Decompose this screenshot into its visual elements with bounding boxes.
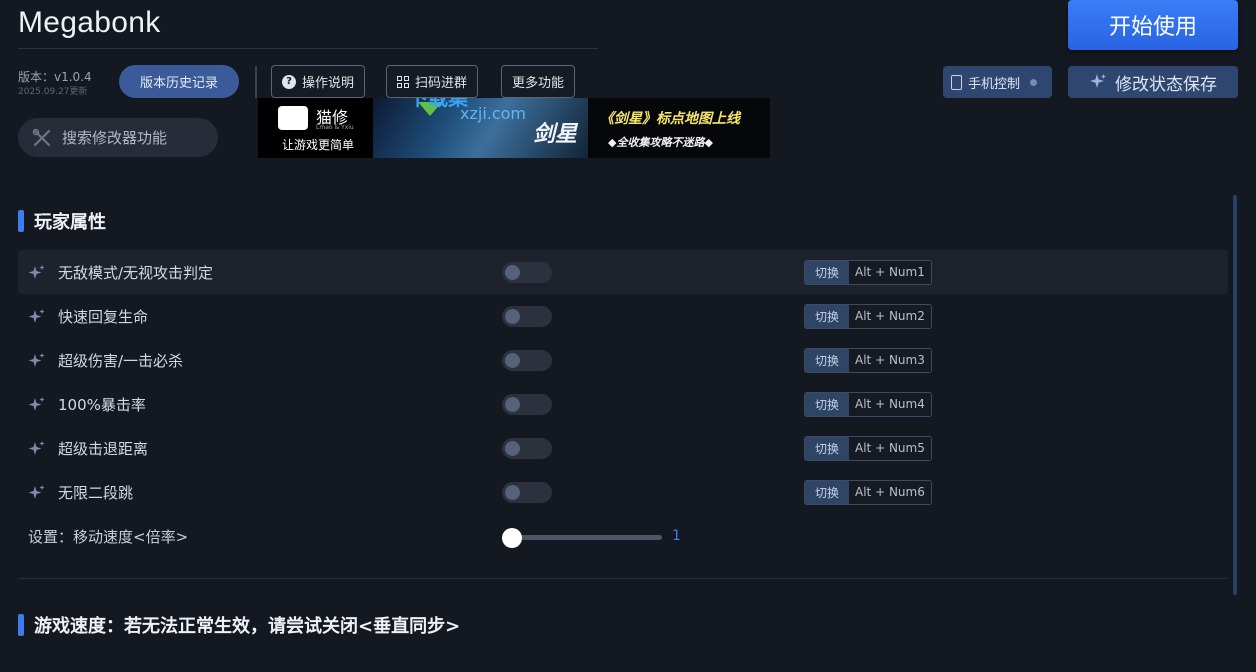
sparkle-icon [1090, 74, 1106, 88]
cheat-toggle-switch[interactable] [502, 305, 552, 327]
more-features-label: 更多功能 [512, 76, 565, 91]
more-features-button[interactable]: 更多功能 [501, 65, 576, 98]
cheat-row: 超级击退距离 切换 Alt + Num5 [18, 426, 1228, 470]
guide-button[interactable]: ? 操作说明 [271, 65, 366, 98]
section-header-player: 玩家属性 [18, 208, 106, 234]
setting-label: 设置：移动速度<倍率> [28, 527, 189, 546]
maoxiu-logo-icon [278, 106, 308, 130]
hotkey-box[interactable]: 切换 Alt + Num6 [804, 479, 932, 505]
cheat-label: 超级伤害/一击必杀 [58, 351, 184, 370]
toggle-knob [505, 396, 520, 412]
toggle-knob [505, 352, 520, 368]
qr-group-label: 扫码进群 [415, 76, 468, 91]
guide-label: 操作说明 [302, 76, 355, 91]
section-header-game-speed: 游戏速度：若无法正常生效，请尝试关闭<垂直同步> [18, 612, 460, 638]
cheat-row: 超级伤害/一击必杀 切换 Alt + Num3 [18, 338, 1228, 382]
search-input[interactable] [62, 128, 202, 147]
cheat-label: 无限二段跳 [58, 483, 134, 502]
toggle-knob [505, 440, 520, 456]
cheat-row: 100%暴击率 切换 Alt + Num4 [18, 382, 1228, 426]
speed-setting-row: 设置：移动速度<倍率> 1 [18, 514, 1228, 558]
speed-slider-track[interactable] [512, 535, 662, 540]
toggle-knob [505, 308, 520, 324]
save-state-label: 修改状态保存 [1115, 74, 1217, 95]
cheat-toggle-switch[interactable] [502, 437, 552, 459]
qr-code-icon [397, 75, 409, 88]
banner-brand-sub: Lmao & Yxiu [316, 124, 354, 131]
sparkle-icon [28, 264, 45, 280]
section-accent-bar [18, 210, 24, 232]
section-accent-bar [18, 614, 24, 636]
phone-icon [951, 74, 962, 90]
tools-icon [32, 128, 51, 146]
cheat-row: 无敌模式/无视攻击判定 切换 Alt + Num1 [18, 250, 1228, 294]
scrollbar[interactable] [1233, 195, 1237, 595]
phone-control-label: 手机控制 [968, 76, 1021, 92]
hotkey-box[interactable]: 切换 Alt + Num1 [804, 259, 932, 285]
app-title: Megabonk [18, 6, 161, 39]
section-title: 游戏速度：若无法正常生效，请尝试关闭<垂直同步> [34, 616, 461, 637]
cheat-toggle-switch[interactable] [502, 261, 552, 283]
cheat-toggle-switch[interactable] [502, 481, 552, 503]
banner-tagline: ◆全收集攻略不迷路◆ [608, 136, 713, 149]
hotkey-keys[interactable]: Alt + Num1 [849, 260, 931, 284]
hotkey-box[interactable]: 切换 Alt + Num5 [804, 435, 932, 461]
cheat-label: 无敌模式/无视攻击判定 [58, 263, 214, 282]
section-divider [18, 578, 1228, 579]
title-divider [18, 48, 598, 49]
cheat-label: 100%暴击率 [58, 395, 146, 414]
start-button[interactable]: 开始使用 [1068, 0, 1238, 50]
phone-control-button[interactable]: 手机控制 [943, 66, 1052, 98]
sparkle-icon [28, 352, 45, 368]
banner-headline: 《剑星》标点地图上线 [600, 111, 740, 127]
toggle-knob [505, 484, 520, 500]
hotkey-mode-button[interactable]: 切换 [805, 392, 850, 416]
cheat-label: 超级击退距离 [58, 439, 149, 458]
cheat-label: 快速回复生命 [58, 307, 149, 326]
toggle-knob [505, 264, 520, 280]
version-date: 2025.09.27更新 [18, 87, 88, 97]
help-icon: ? [282, 74, 296, 89]
sparkle-icon [28, 308, 45, 324]
qr-group-button[interactable]: 扫码进群 [386, 65, 479, 98]
banner-art-title: 剑星 [533, 122, 578, 147]
feature-search[interactable] [18, 118, 218, 157]
banner-brand-block: 猫修 Lmao & Yxiu 让游戏更简单 [258, 98, 373, 158]
hotkey-mode-button[interactable]: 切换 [805, 348, 850, 372]
sparkle-icon [28, 484, 45, 500]
hotkey-box[interactable]: 切换 Alt + Num2 [804, 303, 932, 329]
hotkey-keys[interactable]: Alt + Num2 [849, 304, 931, 328]
hotkey-box[interactable]: 切换 Alt + Num4 [804, 391, 932, 417]
cheat-row: 无限二段跳 切换 Alt + Num6 [18, 470, 1228, 514]
version-label: 版本：v1.0.4 [18, 70, 92, 84]
banner-promo: 《剑星》标点地图上线 ◆全收集攻略不迷路◆ [588, 98, 770, 158]
watermark-url: xzji.com [460, 104, 527, 123]
hotkey-mode-button[interactable]: 切换 [805, 260, 850, 284]
hotkey-keys[interactable]: Alt + Num5 [849, 436, 931, 460]
banner-slogan: 让游戏更简单 [282, 138, 355, 152]
section-title: 玩家属性 [34, 212, 106, 233]
cheat-row: 快速回复生命 切换 Alt + Num2 [18, 294, 1228, 338]
sparkle-icon [28, 396, 45, 412]
version-history-button[interactable]: 版本历史记录 [119, 65, 239, 98]
watermark-text: 下载集 [408, 98, 468, 110]
hotkey-mode-button[interactable]: 切换 [805, 436, 850, 460]
cheat-toggle-switch[interactable] [502, 393, 552, 415]
speed-slider-value: 1 [672, 528, 681, 544]
cheat-toggle-switch[interactable] [502, 349, 552, 371]
hotkey-keys[interactable]: Alt + Num6 [849, 480, 931, 504]
status-dot-icon [1030, 78, 1038, 86]
speed-slider-handle[interactable] [502, 528, 522, 548]
hotkey-keys[interactable]: Alt + Num4 [849, 392, 931, 416]
sparkle-icon [28, 440, 45, 456]
hotkey-mode-button[interactable]: 切换 [805, 304, 850, 328]
hotkey-mode-button[interactable]: 切换 [805, 480, 850, 504]
toolbar-separator [255, 66, 257, 98]
hotkey-box[interactable]: 切换 Alt + Num3 [804, 347, 932, 373]
save-state-button[interactable]: 修改状态保存 [1068, 66, 1238, 98]
ad-banner[interactable]: 猫修 Lmao & Yxiu 让游戏更简单 剑星 《剑星》标点地图上线 ◆全收集… [258, 98, 770, 158]
hotkey-keys[interactable]: Alt + Num3 [849, 348, 931, 372]
